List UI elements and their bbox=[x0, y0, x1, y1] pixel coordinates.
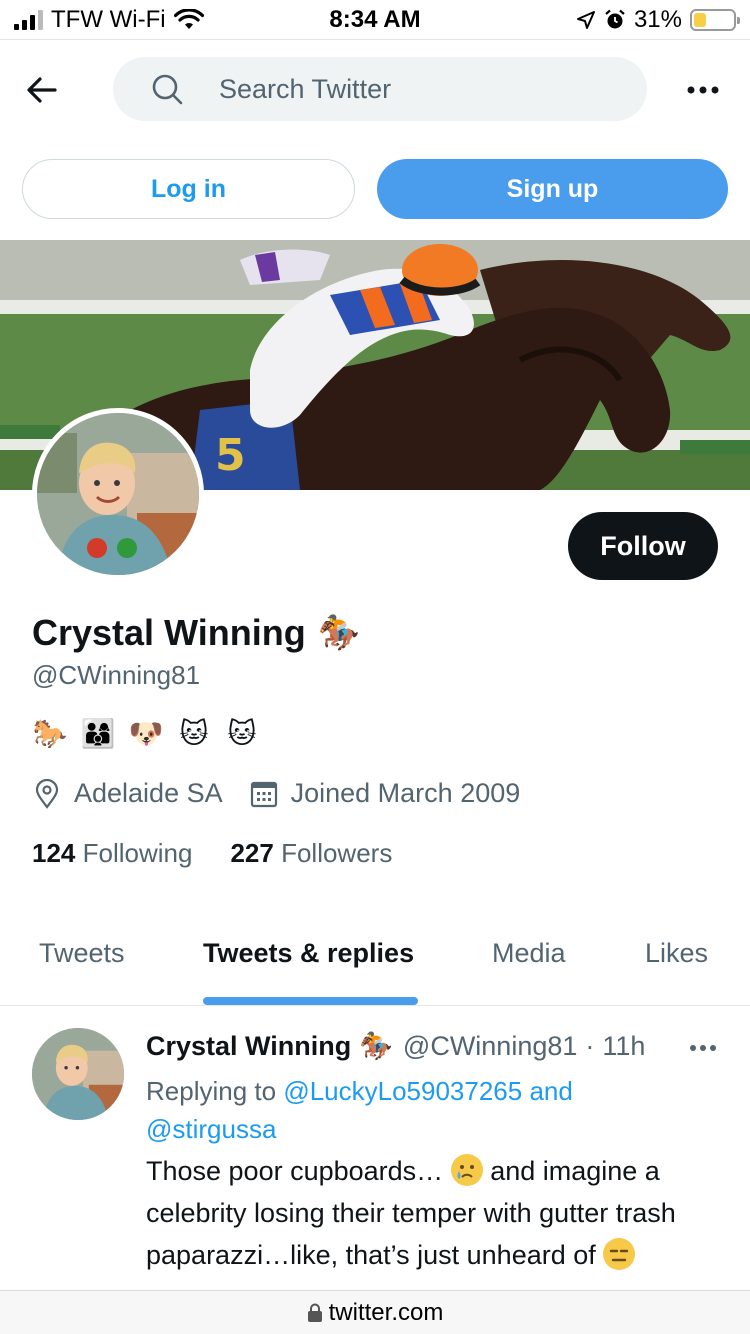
location-text: Adelaide SA bbox=[74, 778, 223, 808]
bio-emoji-dog: 🐶 bbox=[128, 718, 164, 749]
battery-level-fill bbox=[694, 13, 706, 27]
browser-url-bar[interactable]: twitter.com bbox=[0, 1290, 750, 1334]
lock-icon bbox=[307, 1303, 322, 1322]
profile-bio: 🐎 👨‍👩‍👦 🐶 🐱 🐱 bbox=[32, 716, 260, 752]
replying-to: Replying to @LuckyLo59037265 and @stirgu… bbox=[146, 1072, 726, 1148]
more-horizontal-icon bbox=[690, 1045, 716, 1051]
horse-racing-emoji: 🏇 bbox=[317, 614, 361, 652]
status-right: 31% bbox=[576, 6, 740, 34]
location-arrow-icon bbox=[576, 11, 595, 29]
bio-emoji-cat: 🐱 bbox=[179, 718, 209, 749]
battery-percent: 31% bbox=[633, 6, 682, 33]
followers-count: 227 bbox=[230, 838, 274, 868]
following-link[interactable]: 124 Following bbox=[32, 838, 192, 869]
arrow-left-icon bbox=[27, 77, 57, 103]
avatar-photo bbox=[37, 413, 199, 575]
tweet-author-name[interactable]: Crystal Winning bbox=[146, 1031, 351, 1062]
tweet-separator: · bbox=[585, 1030, 595, 1061]
replying-prefix: Replying to bbox=[146, 1076, 277, 1106]
back-button[interactable] bbox=[22, 70, 62, 110]
reply-and-text: and bbox=[529, 1076, 573, 1106]
sign-up-button[interactable]: Sign up bbox=[377, 159, 728, 219]
display-name-text: Crystal Winning bbox=[32, 612, 306, 653]
tab-tweets-and-replies[interactable]: Tweets & replies bbox=[203, 938, 414, 969]
battery-icon bbox=[690, 9, 740, 31]
joined-text: Joined March 2009 bbox=[290, 778, 521, 808]
status-bar: TFW Wi-Fi 8:34 AM 31% bbox=[0, 0, 750, 40]
tweet-author-handle[interactable]: @CWinning81 bbox=[403, 1031, 578, 1062]
tab-media[interactable]: Media bbox=[492, 938, 566, 969]
reply-mention-link[interactable]: @LuckyLo59037265 bbox=[283, 1076, 522, 1106]
url-domain: twitter.com bbox=[328, 1298, 444, 1326]
tab-tweets[interactable]: Tweets bbox=[39, 938, 125, 969]
tweet-avatar-photo bbox=[32, 1028, 124, 1120]
active-tab-indicator bbox=[203, 997, 418, 1005]
search-icon bbox=[152, 74, 183, 105]
alarm-icon bbox=[605, 9, 625, 29]
tweet-more-button[interactable] bbox=[688, 1040, 718, 1056]
location: Adelaide SA bbox=[32, 778, 223, 809]
tweet-author-avatar[interactable] bbox=[32, 1028, 124, 1120]
profile-handle: @CWinning81 bbox=[32, 660, 201, 690]
status-divider bbox=[0, 39, 750, 40]
profile-display-name: Crystal Winning 🏇 bbox=[32, 612, 360, 654]
tweet-header: Crystal Winning 🏇 @CWinning81 · 11h bbox=[146, 1030, 645, 1062]
profile-tabs: Tweets Tweets & replies Media Likes bbox=[0, 920, 750, 1006]
more-options-button[interactable] bbox=[683, 78, 723, 102]
bio-emoji-cat: 🐱 bbox=[227, 718, 257, 749]
bio-emoji-family: 👨‍👩‍👦 bbox=[80, 718, 116, 749]
calendar-icon bbox=[250, 781, 277, 807]
followers-link[interactable]: 227 Followers bbox=[230, 838, 392, 869]
tweet-timestamp[interactable]: 11h bbox=[602, 1031, 645, 1062]
followers-label: Followers bbox=[281, 838, 393, 868]
joined-date: Joined March 2009 bbox=[249, 778, 521, 809]
profile-avatar[interactable] bbox=[32, 408, 204, 580]
following-count: 124 bbox=[32, 838, 76, 868]
expressionless-face-emoji-icon bbox=[603, 1238, 636, 1270]
following-label: Following bbox=[82, 838, 193, 868]
profile-meta: Adelaide SA Joined March 2009 bbox=[32, 778, 546, 809]
location-pin-icon bbox=[35, 778, 59, 809]
more-horizontal-icon bbox=[687, 86, 719, 94]
search-bar[interactable] bbox=[113, 57, 647, 121]
follow-counts: 124 Following 227 Followers bbox=[32, 838, 430, 869]
reply-mention-link[interactable]: @stirgussa bbox=[146, 1114, 276, 1144]
tweet-text: Those poor cupboards… and imagine a cele… bbox=[146, 1150, 726, 1276]
svg-text:5: 5 bbox=[215, 430, 246, 481]
bio-emoji-horse: 🐎 bbox=[32, 718, 68, 749]
crying-face-emoji-icon bbox=[450, 1154, 483, 1186]
tweet-text-part-1: Those poor cupboards… bbox=[146, 1156, 444, 1186]
follow-button[interactable]: Follow bbox=[568, 512, 718, 580]
search-input[interactable] bbox=[219, 57, 619, 121]
tab-likes[interactable]: Likes bbox=[645, 938, 708, 969]
log-in-button[interactable]: Log in bbox=[22, 159, 355, 219]
tweet-author-emoji: 🏇 bbox=[359, 1031, 393, 1061]
